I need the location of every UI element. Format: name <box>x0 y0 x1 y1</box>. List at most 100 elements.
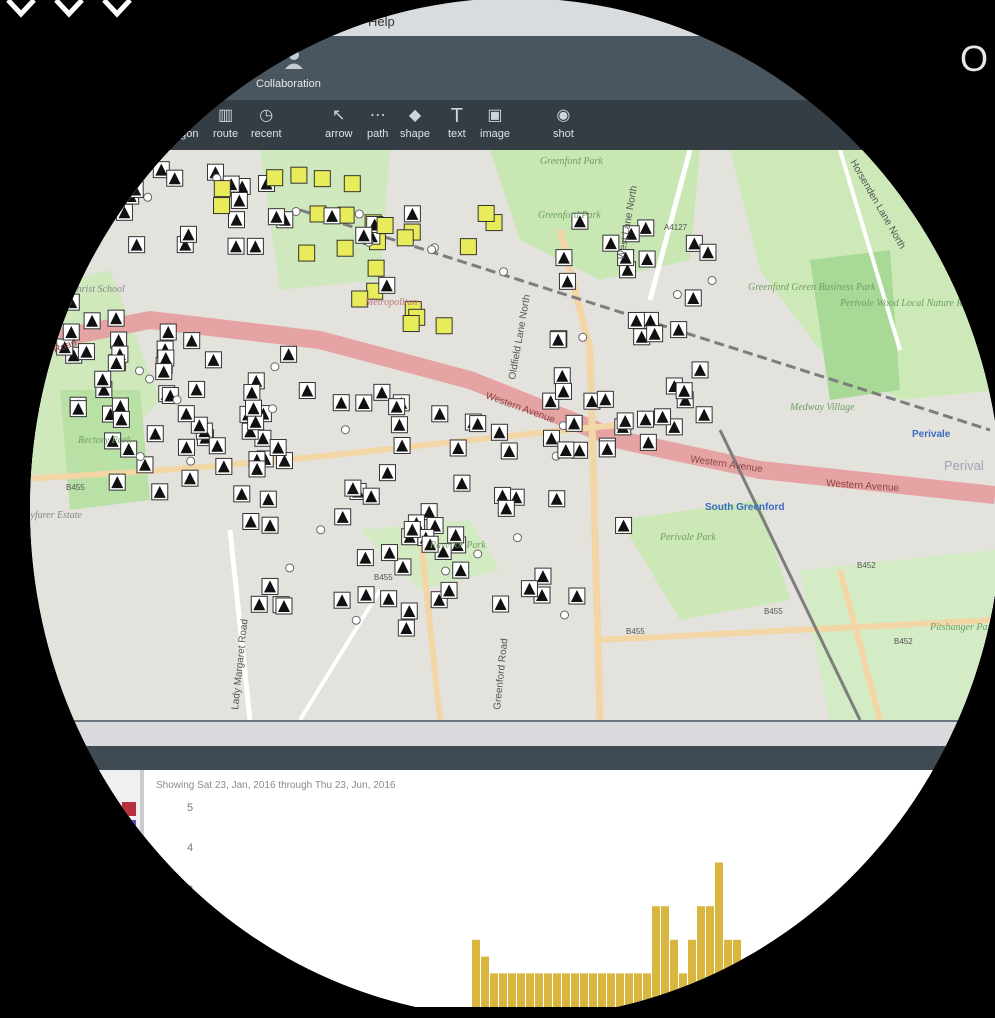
panel-splitter[interactable] <box>30 720 995 748</box>
label-perivale-large: Perival <box>944 458 984 473</box>
timeline-bar[interactable] <box>661 906 669 1007</box>
timeline-bar[interactable] <box>571 973 579 1007</box>
tool-label: image <box>480 128 510 140</box>
timeline-bar[interactable] <box>598 973 606 1007</box>
path-node[interactable] <box>172 395 182 405</box>
tool-polygon[interactable]: polygon <box>160 104 199 146</box>
note-marker[interactable] <box>402 315 420 333</box>
collaboration-icon[interactable] <box>283 48 305 70</box>
path-node[interactable] <box>79 179 89 189</box>
timeline-bar[interactable] <box>526 973 534 1007</box>
label-wayfarer-estate: Wayfarer Estate <box>30 510 83 521</box>
note-marker[interactable] <box>298 244 316 262</box>
path-node[interactable] <box>134 366 144 376</box>
timeline-bar[interactable] <box>688 939 696 1007</box>
tool-path[interactable]: ⋯ path <box>367 104 388 146</box>
note-marker[interactable] <box>459 238 477 256</box>
clock-icon: ◷ <box>259 107 274 124</box>
timeline-bar[interactable] <box>697 906 705 1007</box>
path-node[interactable] <box>578 332 588 342</box>
path-node[interactable] <box>499 267 509 277</box>
label-b455: B455 <box>626 627 645 636</box>
label-perivale: Perivale <box>912 429 951 440</box>
timeline-bar[interactable] <box>580 973 588 1007</box>
timeline-bar[interactable] <box>634 973 642 1007</box>
timeline-bar[interactable] <box>715 862 723 1007</box>
tool-image[interactable]: ▣ image <box>480 104 510 146</box>
tool-text[interactable]: T text <box>448 104 466 146</box>
note-marker[interactable] <box>213 180 231 198</box>
timeline-bar[interactable] <box>733 939 741 1007</box>
path-node[interactable] <box>316 525 326 535</box>
path-node[interactable] <box>186 456 196 466</box>
tool-arrow[interactable]: ↖ arrow <box>325 104 353 146</box>
path-node[interactable] <box>427 245 437 255</box>
note-marker[interactable] <box>213 197 231 215</box>
timeline-bar[interactable] <box>724 939 732 1007</box>
timeline-bar[interactable] <box>472 939 480 1007</box>
timeline-bar[interactable] <box>625 973 633 1007</box>
note-marker[interactable] <box>290 166 308 184</box>
label-greenford-green: Greenford Green Business Park <box>748 282 876 293</box>
timeline-bar[interactable] <box>670 939 678 1007</box>
timeline-bar[interactable] <box>616 973 624 1007</box>
tool-recent[interactable]: ◷ recent <box>251 104 282 146</box>
label-a4127: A4127 <box>664 223 688 232</box>
timeline-bar[interactable] <box>589 973 597 1007</box>
timeline-chart[interactable] <box>30 770 995 1007</box>
note-marker[interactable] <box>343 175 361 193</box>
tool-label: path <box>367 128 389 140</box>
timeline-bar[interactable] <box>679 973 687 1007</box>
timeline-bar[interactable] <box>499 973 507 1007</box>
timeline-bar[interactable] <box>517 973 525 1007</box>
map-canvas[interactable]: Greenford Park Greenford Park Greenford … <box>30 150 995 720</box>
path-node[interactable] <box>268 404 278 414</box>
path-node[interactable] <box>89 240 99 250</box>
timeline-bar[interactable] <box>706 906 714 1007</box>
tool-shot[interactable]: ◉ shot <box>553 104 574 146</box>
timeline-bar[interactable] <box>544 973 552 1007</box>
label-south-greenford: South Greenford <box>705 502 784 513</box>
tool-route[interactable]: ▥ route <box>213 104 238 146</box>
note-marker[interactable] <box>336 239 354 257</box>
timeline-bar[interactable] <box>562 973 570 1007</box>
path-node[interactable] <box>145 374 155 384</box>
note-marker[interactable] <box>266 169 284 187</box>
note-marker[interactable] <box>435 317 453 335</box>
park-area <box>800 550 995 720</box>
note-marker[interactable] <box>376 216 394 234</box>
collaboration-label[interactable]: Collaboration <box>256 78 321 90</box>
path-node[interactable] <box>441 566 451 576</box>
menu-help[interactable]: Help <box>368 14 395 29</box>
path-node[interactable] <box>354 209 364 219</box>
route-icon: ▥ <box>217 107 234 124</box>
timeline-bar[interactable] <box>508 973 516 1007</box>
note-marker[interactable] <box>313 170 331 188</box>
path-node[interactable] <box>143 192 153 202</box>
timeline-bar[interactable] <box>652 906 660 1007</box>
timeline-bar[interactable] <box>490 973 498 1007</box>
path-node[interactable] <box>340 425 350 435</box>
path-node[interactable] <box>512 533 522 543</box>
path-node[interactable] <box>351 615 361 625</box>
path-node[interactable] <box>285 563 295 573</box>
note-marker[interactable] <box>337 206 355 224</box>
timeline-bar[interactable] <box>535 973 543 1007</box>
timeline-bar[interactable] <box>643 973 651 1007</box>
timeline-bar[interactable] <box>481 956 489 1007</box>
path-node[interactable] <box>707 275 717 285</box>
label-b452: B452 <box>894 637 913 646</box>
path-node[interactable] <box>672 290 682 300</box>
path-node[interactable] <box>135 451 145 461</box>
note-marker[interactable] <box>396 229 414 247</box>
path-node[interactable] <box>473 549 483 559</box>
timeline-bar[interactable] <box>607 973 615 1007</box>
label-b455: B455 <box>374 573 393 582</box>
note-marker[interactable] <box>367 259 385 277</box>
map-view[interactable]: Greenford Park Greenford Park Greenford … <box>30 150 995 720</box>
path-node[interactable] <box>270 362 280 372</box>
timeline-bar[interactable] <box>553 973 561 1007</box>
path-node[interactable] <box>560 610 570 620</box>
note-marker[interactable] <box>477 204 495 222</box>
tool-shape[interactable]: ◆ shape <box>400 104 430 146</box>
